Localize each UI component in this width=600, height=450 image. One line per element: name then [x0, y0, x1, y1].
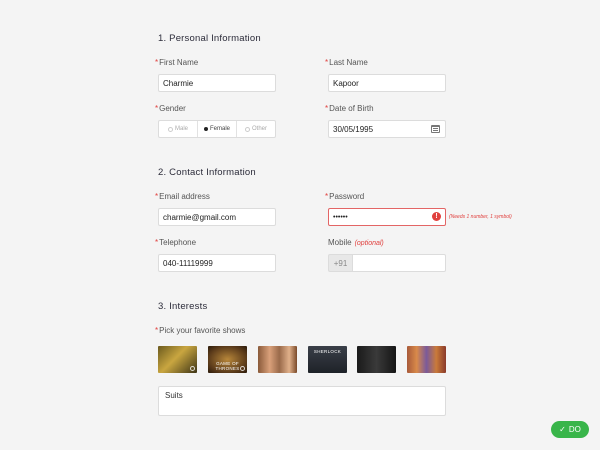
- gender-option-male[interactable]: Male: [159, 121, 198, 137]
- checkmark-icon: [240, 366, 245, 371]
- radio-icon: [244, 126, 250, 132]
- last-name-label: *Last Name: [325, 58, 368, 67]
- radio-icon: [167, 126, 173, 132]
- check-icon: ✓: [559, 425, 566, 434]
- section-title-interests: 3. Interests: [158, 301, 208, 312]
- section-title-contact: 2. Contact Information: [158, 167, 256, 178]
- show-thumbnail-1[interactable]: [158, 346, 197, 373]
- calendar-icon[interactable]: [431, 125, 440, 133]
- do-button[interactable]: ✓ DO: [551, 421, 589, 438]
- gender-option-female[interactable]: Female: [198, 121, 237, 137]
- first-name-field[interactable]: Charmie: [158, 74, 276, 92]
- password-field[interactable]: •••••• !: [328, 208, 446, 226]
- gender-label: *Gender: [155, 104, 186, 113]
- telephone-field[interactable]: 040-11119999: [158, 254, 276, 272]
- shows-label: *Pick your favorite shows: [155, 326, 246, 335]
- email-field[interactable]: charmie@gmail.com: [158, 208, 276, 226]
- mobile-country-code: +91: [328, 254, 352, 272]
- show-thumbnail-5[interactable]: [357, 346, 396, 373]
- password-label: *Password: [325, 192, 365, 201]
- checkmark-icon: [190, 366, 195, 371]
- dob-field[interactable]: 30/05/1995: [328, 120, 446, 138]
- mobile-label: Mobile (optional): [328, 238, 384, 247]
- show-thumbnail-3[interactable]: [258, 346, 297, 373]
- radio-selected-icon: [203, 127, 208, 131]
- section-title-personal: 1. Personal Information: [158, 33, 261, 44]
- show-thumbnail-6[interactable]: [407, 346, 446, 373]
- mobile-field[interactable]: [352, 254, 446, 272]
- email-label: *Email address: [155, 192, 210, 201]
- password-error-message: (Needs 1 number, 1 symbol): [449, 214, 512, 220]
- show-thumbnail-4[interactable]: SHERLOCK: [308, 346, 347, 373]
- error-icon: !: [432, 212, 441, 221]
- first-name-label: *First Name: [155, 58, 199, 67]
- gender-option-other[interactable]: Other: [237, 121, 275, 137]
- show-title-label: SHERLOCK: [313, 349, 342, 354]
- dob-label: *Date of Birth: [325, 104, 374, 113]
- last-name-field[interactable]: Kapoor: [328, 74, 446, 92]
- gender-selector: Male Female Other: [158, 120, 276, 138]
- show-thumbnail-2[interactable]: GAME OF THRONES: [208, 346, 247, 373]
- telephone-label: *Telephone: [155, 238, 197, 247]
- shows-notes-textarea[interactable]: Suits: [158, 386, 446, 416]
